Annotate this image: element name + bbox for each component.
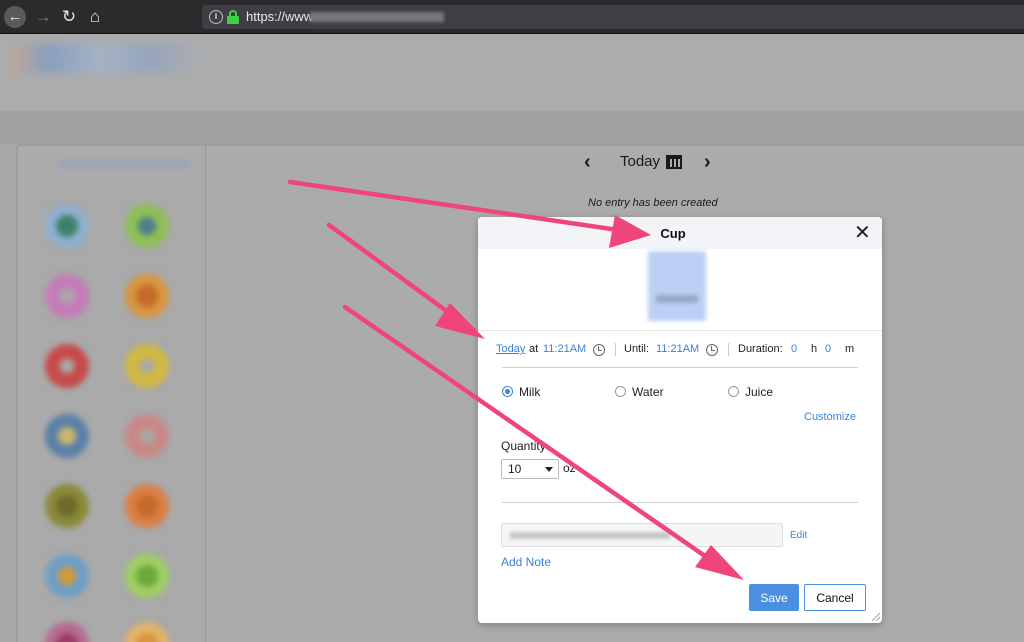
separator [615,343,616,356]
header-divider [478,330,882,331]
start-day-link[interactable]: Today [496,343,525,355]
divider [502,367,858,368]
option-label: Juice [745,385,774,399]
note-redacted [510,532,670,539]
clock-icon[interactable] [593,344,605,356]
cancel-button[interactable]: Cancel [804,584,866,611]
lock-icon [227,10,239,24]
activity-tile[interactable] [124,616,170,642]
quantity-value: 10 [508,462,522,476]
cup-entry-dialog: Cup ✕ Today at 11:21AM Until: 11:21AM Du… [478,217,882,623]
address-url: https://www. [246,9,317,24]
note-field[interactable] [501,523,783,547]
option-label: Milk [519,385,541,399]
site-header [0,35,1024,111]
activity-tile[interactable] [44,408,90,464]
activity-tile[interactable] [124,408,170,464]
dialog-header: Cup ✕ [478,217,882,249]
option-juice[interactable]: Juice [728,385,773,399]
radio-selected-icon[interactable] [502,386,513,397]
cup-image [648,251,706,321]
activity-tile[interactable] [124,548,170,604]
browser-toolbar: ← → ↻ ⌂ i https://www. [0,0,1024,34]
calendar-icon[interactable] [666,155,682,169]
minutes-unit: m [845,343,855,355]
duration-minutes[interactable]: 0 [825,343,831,355]
activity-tile[interactable] [124,268,170,324]
back-icon[interactable]: ← [4,6,26,28]
sidebar-title [58,160,190,168]
address-redacted [310,12,444,22]
hours-unit: h [811,343,818,355]
add-note-link[interactable]: Add Note [501,555,551,569]
quantity-select[interactable]: 10 [501,459,559,479]
divider [502,502,858,503]
until-label: Until: [624,343,650,355]
quantity-unit: oz [563,461,576,475]
option-milk[interactable]: Milk [502,385,540,399]
activity-sidebar [16,146,206,642]
activity-tile[interactable] [44,548,90,604]
activity-tile[interactable] [44,616,90,642]
duration-label: Duration: [738,343,783,355]
page-band [0,111,1024,144]
close-icon[interactable]: ✕ [854,223,871,243]
activity-tile[interactable] [124,338,170,394]
resize-handle[interactable] [872,613,880,621]
activity-tile[interactable] [124,478,170,534]
edit-link[interactable]: Edit [790,530,807,541]
activity-tile[interactable] [44,268,90,324]
chevron-right-icon[interactable]: › [704,150,711,174]
save-button[interactable]: Save [749,584,799,611]
address-bar[interactable]: i https://www. [202,5,1024,29]
quantity-label: Quantity [501,439,546,453]
home-icon[interactable]: ⌂ [84,6,106,28]
radio-icon[interactable] [728,386,739,397]
date-label[interactable]: Today [620,153,660,170]
chevron-left-icon[interactable]: ‹ [584,150,591,174]
separator [728,343,729,356]
radio-icon[interactable] [615,386,626,397]
empty-message: No entry has been created [588,197,718,209]
activity-tile[interactable] [44,338,90,394]
caret-down-icon [545,467,553,472]
dialog-title: Cup [660,226,686,241]
forward-icon[interactable]: → [32,6,54,28]
option-water[interactable]: Water [615,385,664,399]
duration-hours[interactable]: 0 [791,343,797,355]
until-time-link[interactable]: 11:21AM [656,343,699,355]
activity-tile[interactable] [124,198,170,254]
activity-tile[interactable] [44,198,90,254]
option-label: Water [632,385,664,399]
activity-tile[interactable] [44,478,90,534]
clock-icon[interactable] [706,344,718,356]
customize-link[interactable]: Customize [804,411,856,423]
site-logo [12,43,208,73]
info-icon[interactable]: i [209,10,223,24]
reload-icon[interactable]: ↻ [58,6,80,28]
at-label: at [529,343,539,355]
start-time-link[interactable]: 11:21AM [543,343,586,355]
